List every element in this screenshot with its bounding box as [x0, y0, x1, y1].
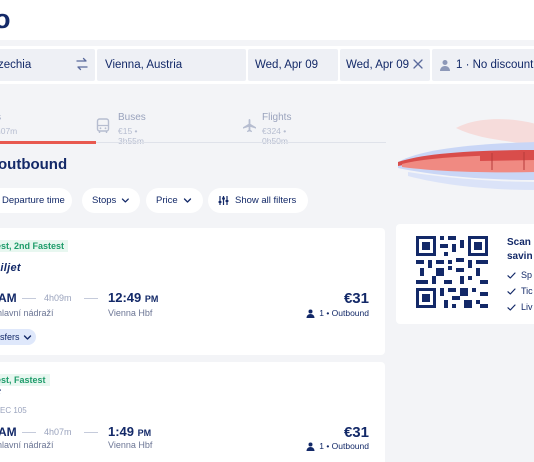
departure-time-filter-label: Departure time	[2, 195, 65, 206]
timeline-line	[22, 432, 36, 433]
arrival-station: Vienna Hbf	[108, 440, 153, 450]
timeline-line	[22, 298, 36, 299]
qr-code-icon	[416, 236, 488, 308]
close-icon[interactable]	[412, 58, 424, 70]
plane-icon	[243, 119, 256, 133]
price-filter-label: Price	[156, 195, 178, 206]
tab-trains-sub: h07m	[0, 126, 18, 136]
chevron-down-icon	[23, 334, 31, 340]
show-all-filters-label: Show all filters	[235, 195, 297, 206]
tab-buses-label: Buses	[118, 112, 146, 123]
passengers-value: 1 · No discount ca	[456, 59, 534, 71]
transfers-label: sfers	[0, 332, 20, 342]
person-icon	[306, 309, 315, 318]
person-icon	[306, 442, 315, 451]
chevron-down-icon	[122, 198, 130, 203]
tab-trains[interactable]: s h07m	[0, 112, 17, 136]
app-promo-card[interactable]: Scan savin Sp Tic Liv	[396, 224, 534, 324]
swap-icon[interactable]	[75, 57, 89, 71]
operator-logo: ailjet	[0, 262, 21, 274]
return-date-value: Wed, Apr 09	[346, 59, 410, 71]
arrival-time-value: 12:49	[108, 290, 142, 305]
tab-trains-label: s	[0, 112, 17, 123]
promo-title: Scan savin	[507, 236, 534, 264]
transport-tabs: s h07m Buses €15 • 3h55m Flights €324 • …	[0, 106, 386, 146]
stops-filter-label: Stops	[92, 195, 117, 206]
destination-field[interactable]: Vienna, Austria	[97, 49, 246, 81]
promo-benefit-label: Tic	[521, 286, 533, 296]
sliders-icon	[218, 196, 229, 205]
timeline-line	[84, 432, 98, 433]
tab-flights-label: Flights	[262, 112, 292, 123]
train-illustration	[398, 119, 534, 190]
departure-time-filter[interactable]: Departure time	[0, 188, 72, 213]
result-badge: est, Fastest	[0, 374, 50, 386]
origin-value: zechia	[0, 59, 32, 71]
return-date-field[interactable]: Wed, Apr 09	[340, 49, 430, 81]
tab-flights-sub: €324 • 0h50m	[262, 126, 288, 146]
promo-benefit: Sp	[507, 270, 532, 280]
arrival-ampm: PM	[137, 428, 152, 438]
departure-date-value: Wed, Apr 09	[255, 59, 319, 71]
stops-filter[interactable]: Stops	[82, 188, 140, 213]
passenger-count: 1	[319, 308, 324, 318]
trip-duration: 4h07m	[44, 427, 72, 437]
destination-value: Vienna, Austria	[105, 59, 183, 71]
result-card[interactable]: est, Fastest F EC 105 AM 4h07m 1:49 PM h…	[0, 362, 385, 462]
arrival-station: Vienna Hbf	[108, 308, 153, 318]
trip-direction: Outbound	[331, 308, 369, 318]
person-icon	[440, 60, 450, 71]
origin-field[interactable]: zechia	[0, 49, 95, 81]
app-logo[interactable]: o	[0, 4, 10, 35]
promo-title-line-1: Scan	[507, 237, 531, 248]
passenger-count: 1	[319, 441, 324, 451]
check-icon	[507, 271, 516, 279]
tab-buses-sub: €15 • 3h55m	[118, 126, 144, 146]
operator-logo: F	[0, 388, 1, 400]
result-badge: est, 2nd Fastest	[0, 240, 69, 252]
check-icon	[507, 287, 516, 295]
arrival-ampm: PM	[144, 294, 159, 304]
promo-benefit-label: Liv	[521, 302, 533, 312]
arrival-time: 12:49 PM	[108, 290, 158, 305]
promo-benefit-label: Sp	[521, 270, 533, 280]
arrival-time-value: 1:49	[108, 424, 135, 439]
result-meta: 1 • Outbound	[306, 441, 369, 451]
result-meta: 1 • Outbound	[306, 308, 369, 318]
result-price: €31	[343, 290, 369, 307]
top-bar: o	[0, 0, 534, 40]
show-all-filters-button[interactable]: Show all filters	[208, 188, 308, 213]
departure-date-field[interactable]: Wed, Apr 09	[248, 49, 338, 81]
transfers-toggle[interactable]: sfers	[0, 329, 36, 345]
arrival-time: 1:49 PM	[108, 424, 151, 439]
promo-benefit: Tic	[507, 286, 533, 296]
search-bar: zechia Vienna, Austria Wed, Apr 09 Wed, …	[0, 46, 534, 84]
train-number: EC 105	[0, 406, 27, 415]
departure-station: hlavní nádraží	[0, 308, 54, 318]
timeline-line	[84, 298, 98, 299]
check-icon	[507, 303, 516, 311]
price-filter[interactable]: Price	[146, 188, 203, 213]
departure-time: AM	[0, 425, 17, 439]
trip-duration: 4h09m	[44, 293, 72, 303]
passengers-field[interactable]: 1 · No discount ca	[432, 49, 534, 81]
departure-station: hlavní nádraží	[0, 440, 54, 450]
promo-title-line-2: savin	[507, 251, 533, 262]
page-title: outbound	[0, 156, 68, 173]
promo-benefit: Liv	[507, 302, 533, 312]
active-tab-indicator	[0, 141, 96, 144]
bus-icon	[96, 118, 110, 133]
result-card[interactable]: est, 2nd Fastest ailjet AM 4h09m 12:49 P…	[0, 228, 385, 355]
departure-time: AM	[0, 291, 17, 305]
chevron-down-icon	[183, 198, 191, 203]
trip-direction: Outbound	[331, 441, 369, 451]
result-price: €31	[343, 424, 369, 441]
